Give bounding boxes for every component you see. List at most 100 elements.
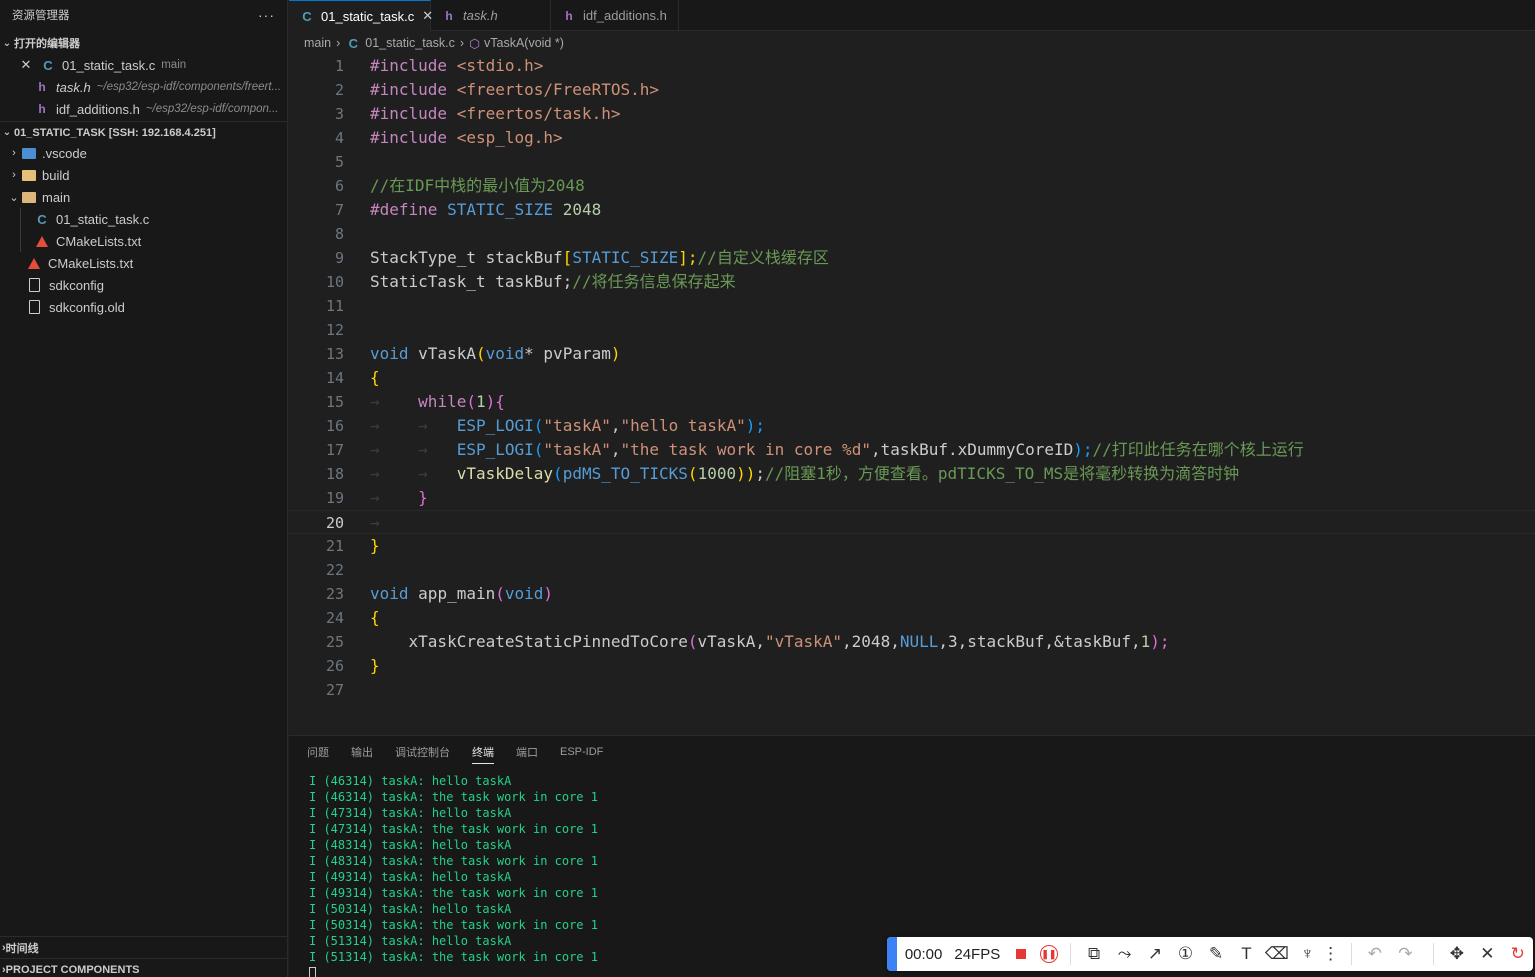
code-token: );	[1073, 440, 1093, 459]
indent-marker: →	[370, 416, 380, 435]
code-line: 11	[289, 294, 1535, 318]
breadcrumb-symbol[interactable]: vTaskA(void *)	[484, 36, 564, 50]
number-icon[interactable]: ①	[1170, 937, 1200, 971]
tree-folder-vscode[interactable]: › .vscode	[6, 142, 288, 164]
vscode-window: 资源管理器 ··· ⌄ 打开的编辑器 ✕ C 01_static_task.c …	[0, 0, 1535, 977]
code-token: 1	[475, 392, 486, 411]
code-line: 10 StaticTask_t taskBuf;//将任务信息保存起来	[289, 270, 1535, 294]
tree-indent-guide	[20, 208, 21, 252]
code-token: pdMS_TO_TICKS	[562, 464, 688, 483]
undo-icon[interactable]: ↶	[1360, 937, 1390, 971]
line-number: 13	[325, 345, 344, 363]
tree-file[interactable]: sdkconfig.old	[26, 296, 288, 318]
file-icon	[29, 278, 40, 292]
tree-folder-build[interactable]: › build	[6, 164, 288, 186]
tab-label: task.h	[463, 8, 498, 23]
divider	[1069, 943, 1071, 965]
line-number: 9	[334, 249, 344, 267]
highlighter-icon[interactable]: ♆	[1292, 937, 1322, 971]
tab-esp-idf[interactable]: ESP-IDF	[560, 736, 603, 768]
code-token: void	[504, 584, 544, 603]
h-file-icon: h	[38, 80, 46, 94]
symbol-method-icon: ⬡	[469, 36, 480, 51]
tab-01-static-task-c[interactable]: C 01_static_task.c ✕	[289, 0, 433, 31]
tab-problems[interactable]: 问题	[307, 736, 329, 768]
drag-handle[interactable]	[887, 937, 897, 971]
close-icon[interactable]: ✕	[18, 57, 34, 73]
cmake-icon	[28, 257, 40, 269]
code-token: }	[370, 536, 380, 555]
tab-terminal[interactable]: 终端	[472, 740, 494, 764]
terminal-line: I (48314) taskA: hello taskA	[309, 838, 512, 852]
redo-icon[interactable]: ↷	[1390, 937, 1420, 971]
code-token: vTaskDelay	[456, 464, 554, 483]
line-number: 17	[325, 441, 344, 459]
indent-marker: →	[370, 513, 380, 532]
project-components-section[interactable]: › PROJECT COMPONENTS	[0, 958, 288, 977]
tree-folder-main[interactable]: ⌄ main	[6, 186, 288, 208]
tree-file[interactable]: CMakeLists.txt	[34, 230, 288, 252]
open-editors-section[interactable]: ⌄ 打开的编辑器	[0, 32, 288, 54]
screen-recorder-toolbar: 00:00 24FPS ❚❚ ⧉ ⤳ ↗ ① ✎ T ⌫ ♆ ⋮ ↶ ↷ ✥ ✕…	[887, 937, 1533, 971]
breadcrumb-file[interactable]: 01_static_task.c	[365, 36, 455, 50]
close-icon[interactable]: ✕	[1472, 937, 1502, 971]
code-line: 2 #include <freertos/FreeRTOS.h>	[289, 78, 1535, 102]
code-line: 26}	[289, 654, 1535, 678]
code-token: )	[610, 344, 621, 363]
polyline-icon[interactable]: ⤳	[1109, 937, 1139, 971]
tab-ports[interactable]: 端口	[516, 736, 538, 768]
code-line: 7 #define STATIC_SIZE 2048	[289, 198, 1535, 222]
code-token: )	[543, 584, 554, 603]
eraser-icon[interactable]: ⌫	[1262, 937, 1292, 971]
shape-icon[interactable]: ⧉	[1079, 937, 1109, 971]
terminal-line: I (51314) taskA: the task work in core 1	[309, 950, 598, 964]
tree-file[interactable]: C 01_static_task.c	[34, 208, 288, 230]
open-editor-item[interactable]: h idf_additions.h ~/esp32/esp-idf/compon…	[34, 98, 288, 120]
code-token: );	[1150, 632, 1170, 651]
code-token: #include	[370, 80, 448, 99]
stop-icon[interactable]	[1016, 949, 1027, 959]
code-comment: //阻塞1秒，方便查看。pdTICKS_TO_MS是将毫秒转换为滴答时钟	[765, 464, 1240, 483]
code-token: *	[524, 344, 534, 363]
tab-output[interactable]: 输出	[351, 736, 373, 768]
tab-idf-additions-h[interactable]: h idf_additions.h	[551, 0, 679, 31]
code-token: taskBuf;	[495, 272, 573, 291]
tree-item-label: main	[42, 189, 71, 205]
more-actions-icon[interactable]: ···	[258, 7, 275, 23]
pause-icon[interactable]: ❚❚	[1040, 945, 1058, 963]
line-number: 18	[325, 465, 344, 483]
code-editor[interactable]: 1 #include <stdio.h> 2 #include <freertos/…	[289, 55, 1535, 735]
open-editor-item[interactable]: ✕ C 01_static_task.c main	[18, 54, 288, 76]
code-token: "taskA"	[543, 416, 611, 435]
terminal-output[interactable]: I (46314) taskA: hello taskA I (46314) t…	[309, 773, 598, 977]
code-line: 6 //在IDF中栈的最小值为2048	[289, 174, 1535, 198]
move-icon[interactable]: ✥	[1442, 937, 1472, 971]
workspace-section[interactable]: ⌄ 01_STATIC_TASK [SSH: 192.168.4.251]	[0, 121, 288, 143]
code-token: NULL	[899, 632, 939, 651]
code-line: 17 → → ESP_LOGI("taskA","the task work in…	[289, 438, 1535, 462]
code-token: vTaskA,	[697, 632, 765, 651]
open-editor-item[interactable]: h task.h ~/esp32/esp-idf/components/free…	[34, 76, 288, 98]
code-token: <freertos/FreeRTOS.h>	[456, 80, 659, 99]
pen-icon[interactable]: ✎	[1201, 937, 1231, 971]
code-token: ;	[755, 464, 765, 483]
timeline-section[interactable]: › 时间线	[0, 936, 288, 958]
text-icon[interactable]: T	[1231, 937, 1261, 971]
breadcrumb-folder[interactable]: main	[304, 36, 331, 50]
indent-marker: →	[418, 416, 428, 435]
arrow-icon[interactable]: ↗	[1140, 937, 1170, 971]
code-token: STATIC_SIZE	[447, 200, 554, 219]
restart-icon[interactable]: ↻	[1503, 937, 1533, 971]
tree-file[interactable]: sdkconfig	[26, 274, 288, 296]
tree-file[interactable]: CMakeLists.txt	[26, 252, 288, 274]
open-editor-path: ~/esp32/esp-idf/components/freert...	[96, 81, 282, 93]
more-icon[interactable]: ⋮	[1322, 937, 1339, 971]
tab-task-h[interactable]: h task.h	[431, 0, 551, 31]
code-line: 19 → }	[289, 486, 1535, 510]
tab-debug-console[interactable]: 调试控制台	[395, 736, 450, 768]
code-line: 21}	[289, 534, 1535, 558]
code-token: (	[687, 464, 698, 483]
code-line: 18 → → vTaskDelay(pdMS_TO_TICKS(1000));//…	[289, 462, 1535, 486]
indent-marker: →	[370, 488, 380, 507]
code-token: (	[466, 392, 476, 411]
